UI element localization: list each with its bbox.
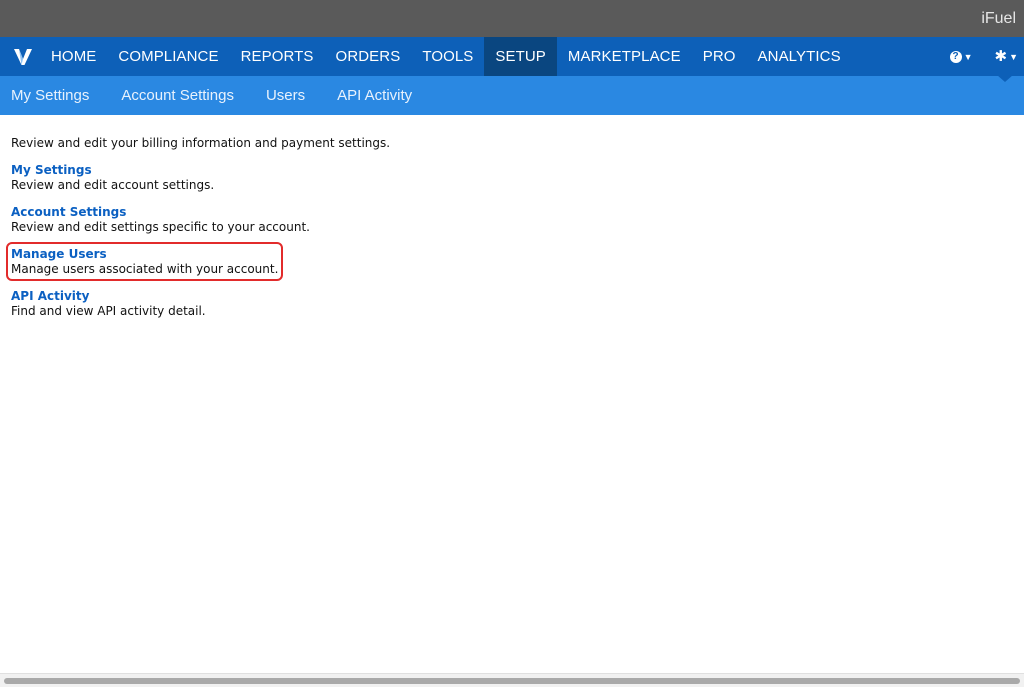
- nav-orders[interactable]: ORDERS: [325, 37, 412, 76]
- v-logo-icon[interactable]: [6, 37, 40, 76]
- api-activity-desc: Find and view API activity detail.: [11, 304, 206, 318]
- api-activity-link[interactable]: API Activity: [11, 289, 206, 303]
- nav-home[interactable]: HOME: [40, 37, 107, 76]
- nav-analytics[interactable]: ANALYTICS: [747, 37, 852, 76]
- active-menu-pointer: [997, 75, 1013, 82]
- main-nav: HOME COMPLIANCE REPORTS ORDERS TOOLS SET…: [0, 37, 1024, 76]
- app-title-bar: iFuel: [0, 0, 1024, 37]
- subnav-my-settings[interactable]: My Settings: [11, 87, 89, 104]
- section-api-activity: API Activity Find and view API activity …: [11, 289, 206, 318]
- nav-compliance[interactable]: COMPLIANCE: [107, 37, 229, 76]
- section-my-settings: My Settings Review and edit account sett…: [11, 163, 214, 192]
- subnav-account-settings[interactable]: Account Settings: [121, 87, 234, 104]
- nav-pro[interactable]: PRO: [692, 37, 747, 76]
- account-settings-link[interactable]: Account Settings: [11, 205, 310, 219]
- help-menu-button[interactable]: ? ▼: [949, 50, 973, 63]
- question-circle-icon: ?: [949, 50, 962, 63]
- section-manage-users: Manage Users Manage users associated wit…: [5, 242, 284, 281]
- gear-icon: ✱: [994, 48, 1008, 65]
- subnav-api-activity[interactable]: API Activity: [337, 87, 412, 104]
- caret-down-icon: ▼: [1009, 51, 1018, 62]
- nav-reports[interactable]: REPORTS: [230, 37, 325, 76]
- nav-utilities: ? ▼ ✱ ▼: [928, 37, 1018, 76]
- intro-text: Review and edit your billing information…: [11, 136, 391, 150]
- scrollbar-thumb[interactable]: [4, 678, 1020, 684]
- nav-tools[interactable]: TOOLS: [411, 37, 484, 76]
- my-settings-desc: Review and edit account settings.: [11, 178, 215, 192]
- horizontal-scrollbar[interactable]: [0, 673, 1024, 687]
- settings-menu-button[interactable]: ✱ ▼: [995, 49, 1019, 64]
- my-settings-link[interactable]: My Settings: [11, 163, 214, 177]
- manage-users-desc: Manage users associated with your accoun…: [11, 262, 279, 276]
- section-account-settings: Account Settings Review and edit setting…: [11, 205, 310, 234]
- nav-setup[interactable]: SETUP: [484, 37, 557, 76]
- brand-name: iFuel: [981, 10, 1016, 27]
- sub-nav: My Settings Account Settings Users API A…: [0, 75, 1024, 115]
- manage-users-link[interactable]: Manage Users: [11, 247, 278, 261]
- subnav-users[interactable]: Users: [266, 87, 305, 104]
- account-settings-desc: Review and edit settings specific to you…: [11, 220, 310, 234]
- caret-down-icon: ▼: [963, 51, 973, 62]
- setup-content: Review and edit your billing information…: [0, 115, 1024, 352]
- nav-marketplace[interactable]: MARKETPLACE: [557, 37, 692, 76]
